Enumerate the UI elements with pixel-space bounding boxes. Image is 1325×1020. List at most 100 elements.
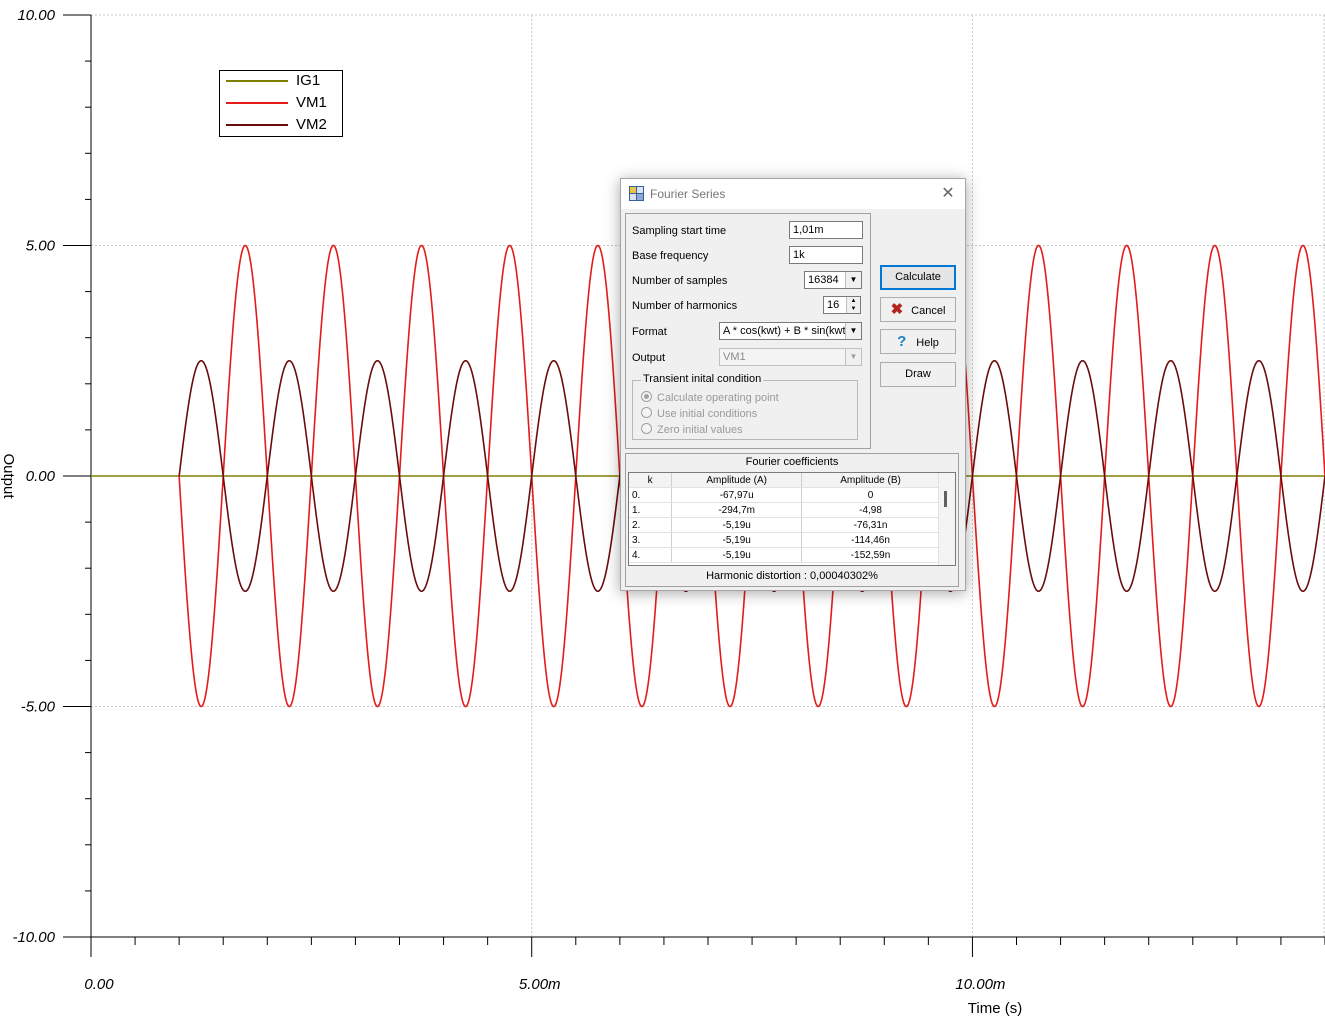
number-of-harmonics-value: 16 xyxy=(827,299,840,311)
y-tick-label: -10.00 xyxy=(12,929,55,946)
y-axis-title: Output xyxy=(0,453,17,499)
format-value: A * cos(kwt) + B * sin(kwt) xyxy=(723,325,850,337)
number-of-samples-value: 16384 xyxy=(808,274,839,286)
dialog-titlebar[interactable]: Fourier Series ✕ xyxy=(621,179,965,209)
cell-amplitude-a: -5,19u xyxy=(671,517,803,533)
help-question-icon: ? xyxy=(897,333,907,350)
legend-label-vm1: VM1 xyxy=(296,94,327,111)
legend-item-ig1: IG1 xyxy=(224,71,342,93)
cell-k: 2. xyxy=(629,517,673,533)
cell-amplitude-b: -114,46n xyxy=(801,532,940,548)
format-label: Format xyxy=(632,326,667,338)
number-of-samples-select[interactable]: 16384 ▼ xyxy=(804,271,862,289)
table-row[interactable]: 4. -5,19u -152,59n xyxy=(629,547,940,563)
harmonic-distortion-label: Harmonic distortion : xyxy=(706,570,807,582)
help-button[interactable]: ? Help xyxy=(880,329,956,354)
cell-amplitude-a: -5,19u xyxy=(671,532,803,548)
legend-swatch-vm2 xyxy=(226,124,288,126)
radio-selected-icon xyxy=(641,391,652,402)
close-icon[interactable]: ✕ xyxy=(937,183,959,205)
cell-amplitude-b: -152,59n xyxy=(801,547,940,563)
cancel-button[interactable]: ✖ Cancel xyxy=(880,297,956,322)
cell-amplitude-b: -4,98 xyxy=(801,502,940,518)
cell-amplitude-b: 0 xyxy=(801,487,940,503)
x-tick-label: 5.00m xyxy=(519,976,561,993)
x-axis-title: Time (s) xyxy=(968,1000,1022,1017)
transient-initial-condition-group: Transient inital condition Calculate ope… xyxy=(632,373,858,440)
coefficients-table: k Amplitude (A) Amplitude (B) 0. -67,97u… xyxy=(629,473,940,563)
transient-group-title: Transient inital condition xyxy=(641,373,764,385)
legend: IG1 VM1 VM2 xyxy=(219,70,343,137)
draw-button[interactable]: Draw xyxy=(880,362,956,387)
output-select[interactable]: VM1 ▼ xyxy=(719,348,862,366)
dialog-title: Fourier Series xyxy=(650,187,726,201)
chevron-down-icon[interactable]: ▼ xyxy=(845,323,861,339)
spin-arrows-icon[interactable]: ▲ ▼ xyxy=(846,297,860,313)
column-header-amplitude-b: Amplitude (B) xyxy=(801,473,940,488)
y-tick-label: 10.00 xyxy=(17,7,55,24)
help-label: Help xyxy=(916,337,939,349)
table-row[interactable]: 2. -5,19u -76,31n xyxy=(629,517,940,533)
legend-label-vm2: VM2 xyxy=(296,116,327,133)
legend-item-vm1: VM1 xyxy=(224,93,342,115)
table-row[interactable]: 0. -67,97u 0 xyxy=(629,487,940,503)
app-icon xyxy=(629,186,644,201)
radio-icon xyxy=(641,423,652,434)
radio-use-initial-conditions[interactable]: Use initial conditions xyxy=(641,407,757,420)
harmonic-distortion-value: 0,00040302% xyxy=(810,570,878,582)
radio-label: Zero initial values xyxy=(657,424,743,436)
parameters-panel: Sampling start time 1,01m Base frequency… xyxy=(625,213,871,449)
y-tick-label: 0.00 xyxy=(26,468,56,485)
vertical-scrollbar[interactable] xyxy=(938,473,955,565)
x-tick-label: 0.00 xyxy=(84,976,114,993)
table-header-row: k Amplitude (A) Amplitude (B) xyxy=(629,473,940,488)
column-header-amplitude-a: Amplitude (A) xyxy=(671,473,803,488)
output-value: VM1 xyxy=(723,351,746,363)
fourier-coefficients-panel: Fourier coefficients k Amplitude (A) Amp… xyxy=(625,453,959,587)
output-label: Output xyxy=(632,352,666,364)
table-row[interactable]: 1. -294,7m -4,98 xyxy=(629,502,940,518)
draw-label: Draw xyxy=(905,368,931,380)
legend-label-ig1: IG1 xyxy=(296,72,321,89)
y-tick-label: 5.00 xyxy=(26,238,56,255)
format-select[interactable]: A * cos(kwt) + B * sin(kwt) ▼ xyxy=(719,322,862,340)
number-of-harmonics-label: Number of harmonics xyxy=(632,300,738,312)
scrollbar-thumb[interactable] xyxy=(944,491,947,507)
table-row[interactable]: 3. -5,19u -114,46n xyxy=(629,532,940,548)
sampling-start-time-input[interactable]: 1,01m xyxy=(789,221,863,239)
legend-swatch-vm1 xyxy=(226,102,288,104)
cell-amplitude-a: -5,19u xyxy=(671,547,803,563)
cell-amplitude-a: -67,97u xyxy=(671,487,803,503)
cell-amplitude-a: -294,7m xyxy=(671,502,803,518)
number-of-samples-label: Number of samples xyxy=(632,275,728,287)
cancel-label: Cancel xyxy=(911,305,946,317)
base-frequency-input[interactable]: 1k xyxy=(789,246,863,264)
sampling-start-time-label: Sampling start time xyxy=(632,225,727,237)
legend-item-vm2: VM2 xyxy=(224,115,342,137)
radio-icon xyxy=(641,407,652,418)
radio-label: Calculate operating point xyxy=(657,392,779,404)
cell-k: 4. xyxy=(629,547,673,563)
chevron-down-icon[interactable]: ▼ xyxy=(845,272,861,288)
y-tick-label: -5.00 xyxy=(21,699,56,716)
radio-label: Use initial conditions xyxy=(657,408,758,420)
cell-amplitude-b: -76,31n xyxy=(801,517,940,533)
legend-swatch-ig1 xyxy=(226,80,288,82)
column-header-k: k xyxy=(629,473,673,488)
cell-k: 0. xyxy=(629,487,673,503)
radio-calculate-operating-point[interactable]: Calculate operating point xyxy=(641,391,779,404)
calculate-button[interactable]: Calculate xyxy=(880,265,956,290)
cancel-x-icon: ✖ xyxy=(890,301,904,318)
cell-k: 1. xyxy=(629,502,673,518)
base-frequency-label: Base frequency xyxy=(632,250,709,262)
calculate-label: Calculate xyxy=(895,271,941,283)
radio-zero-initial-values[interactable]: Zero initial values xyxy=(641,423,743,436)
cell-k: 3. xyxy=(629,532,673,548)
coefficients-grid[interactable]: k Amplitude (A) Amplitude (B) 0. -67,97u… xyxy=(628,472,956,566)
harmonic-distortion: Harmonic distortion : 0,00040302% xyxy=(626,570,958,582)
number-of-harmonics-stepper[interactable]: 16 ▲ ▼ xyxy=(823,296,861,314)
chevron-down-icon[interactable]: ▼ xyxy=(845,349,861,365)
coefficients-title: Fourier coefficients xyxy=(745,456,839,468)
x-tick-label: 10.00m xyxy=(955,976,1005,993)
fourier-series-dialog: Fourier Series ✕ Sampling start time 1,0… xyxy=(620,178,966,591)
